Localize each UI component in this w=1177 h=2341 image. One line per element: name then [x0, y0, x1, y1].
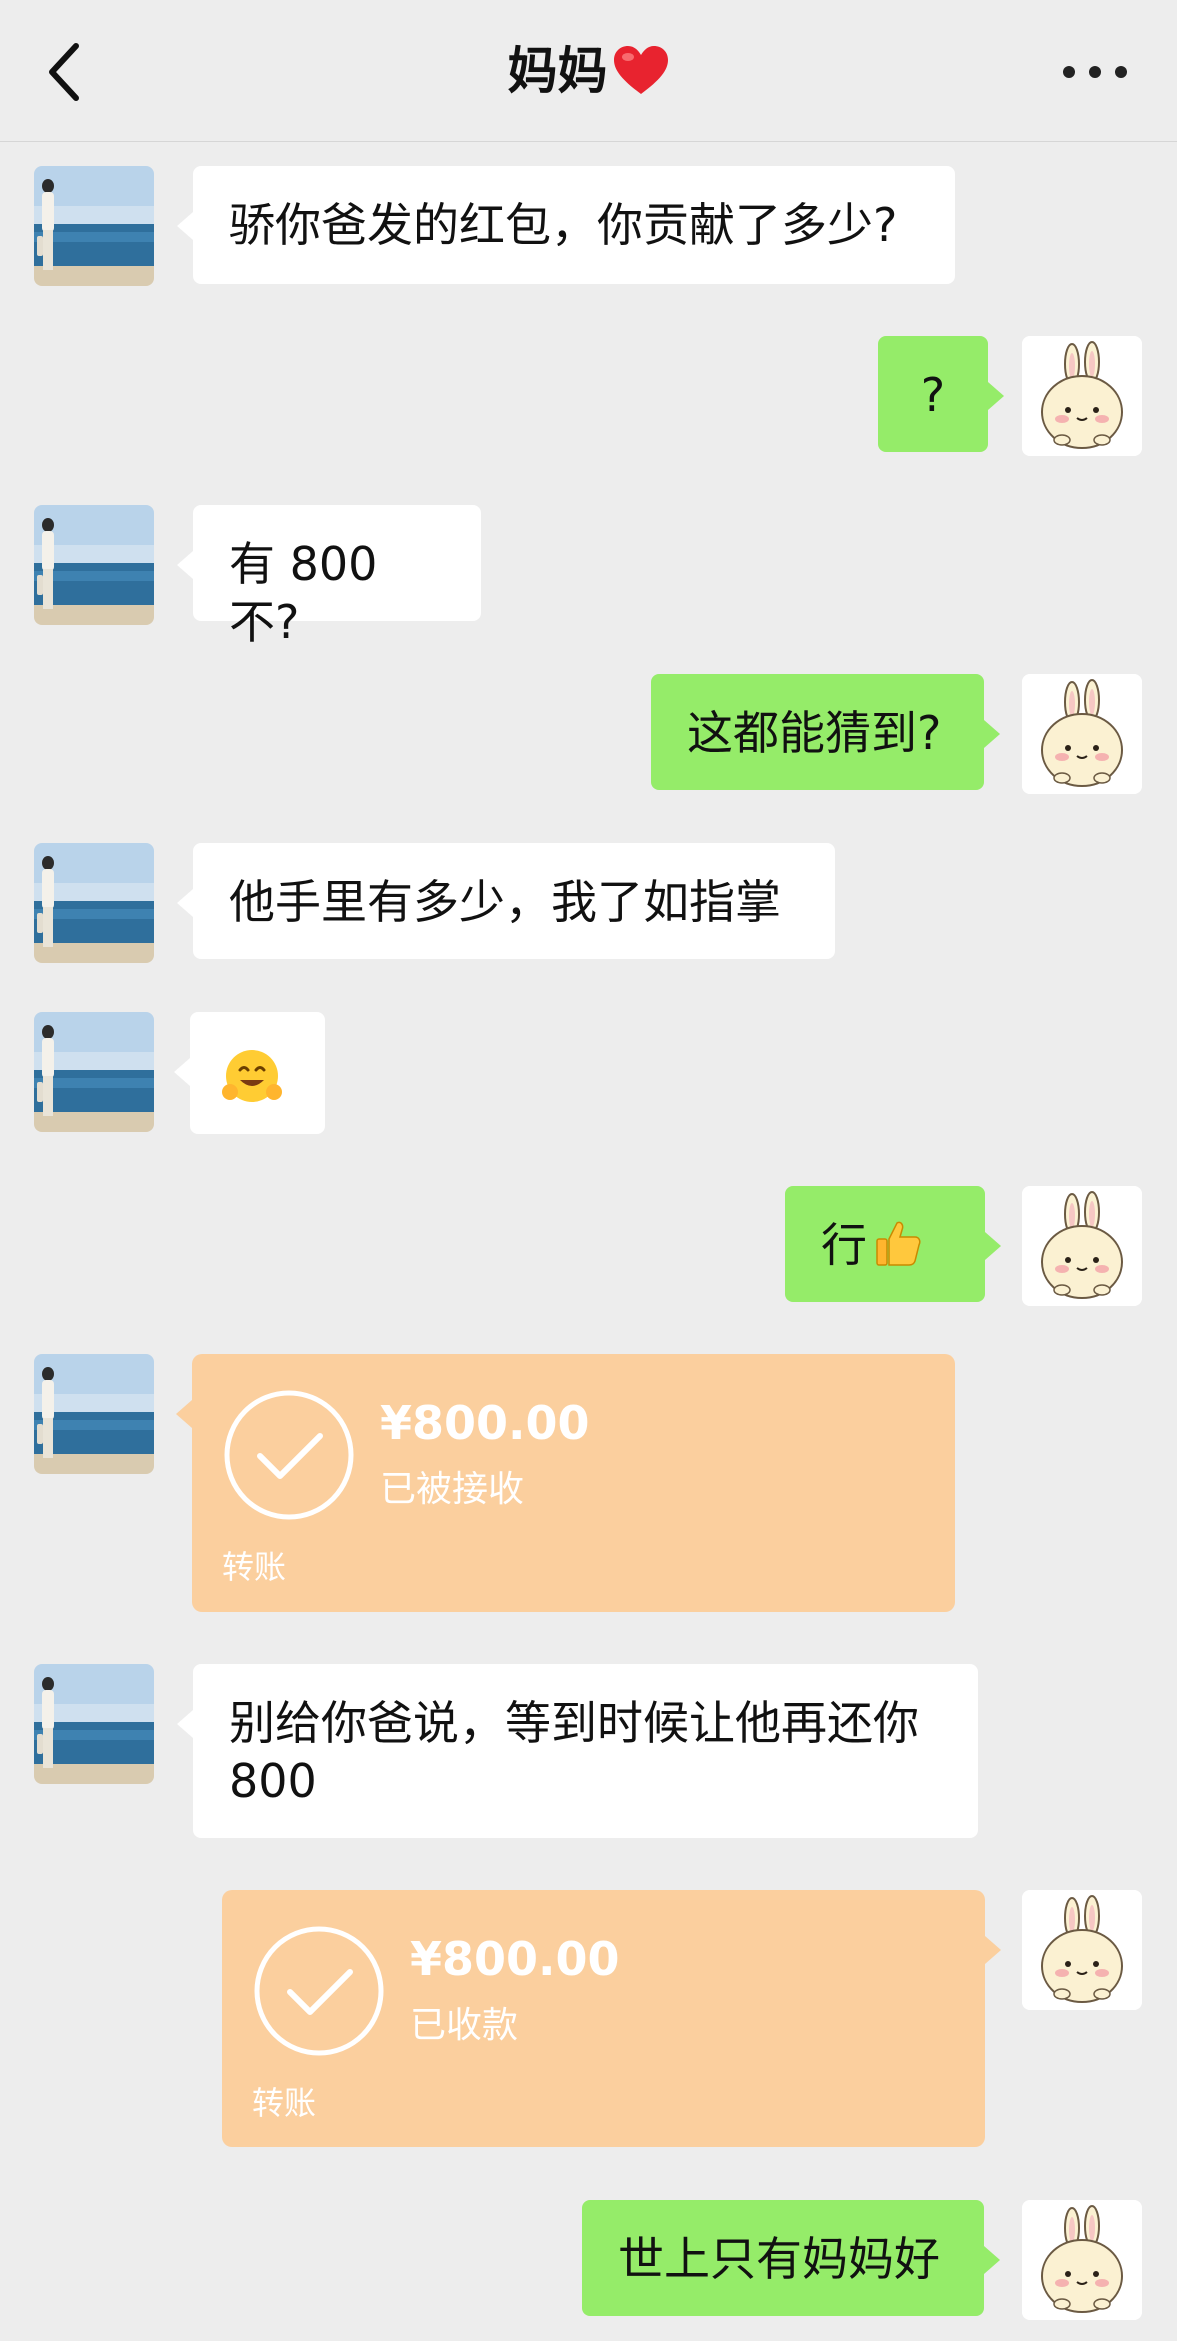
more-dot: [1115, 66, 1127, 78]
avatar[interactable]: [34, 166, 154, 286]
transfer-amount: ¥800.00: [410, 1932, 620, 1986]
avatar[interactable]: [34, 1354, 154, 1474]
message-bubble[interactable]: 他手里有多少，我了如指掌: [177, 843, 835, 959]
message-bubble[interactable]: [174, 1012, 325, 1134]
thumbs-up-emoji-icon: [876, 1221, 921, 1266]
message-bubble[interactable]: 行: [785, 1186, 1001, 1302]
check-circle-icon: [252, 1924, 386, 2058]
avatar[interactable]: [1022, 1890, 1142, 2010]
message-bubble[interactable]: ?: [878, 336, 1004, 452]
more-dot: [1063, 66, 1075, 78]
avatar[interactable]: [1022, 2200, 1142, 2320]
chat-header: 妈妈: [0, 0, 1177, 142]
message-text: ?: [920, 368, 946, 422]
avatar[interactable]: [1022, 1186, 1142, 1306]
message-text: 行: [821, 1218, 867, 1272]
transfer-status: 已被接收: [380, 1469, 525, 1510]
message-bubble[interactable]: 骄你爸发的红包，你贡献了多少?: [177, 166, 955, 284]
avatar[interactable]: [1022, 674, 1142, 794]
more-horizontal-icon[interactable]: [1063, 58, 1127, 86]
transfer-status: 已收款: [410, 2005, 519, 2046]
avatar[interactable]: [34, 1664, 154, 1784]
smiling-hug-emoji-icon: [222, 1050, 282, 1102]
transfer-card[interactable]: ¥800.00 已被接收 转账: [176, 1354, 955, 1612]
message-bubble[interactable]: 有 800 不?: [177, 505, 481, 649]
avatar[interactable]: [34, 1012, 154, 1132]
message-text: 有 800 不?: [229, 537, 378, 649]
message-text: 他手里有多少，我了如指掌: [229, 875, 781, 929]
message-text: 这都能猜到?: [687, 706, 942, 760]
message-text-line: 800: [229, 1754, 317, 1808]
transfer-label: 转账: [252, 2084, 317, 2122]
title-container: 妈妈: [0, 36, 1177, 106]
page-title: 妈妈: [507, 42, 608, 100]
chat-screen: 妈妈 骄你爸发的红包，你贡献了多少? ? 有 800 不? 这都能猜到? 他手里…: [0, 0, 1177, 2341]
transfer-amount: ¥800.00: [380, 1396, 590, 1450]
avatar[interactable]: [34, 843, 154, 963]
message-bubble[interactable]: 世上只有妈妈好: [582, 2200, 1000, 2316]
red-heart-icon: [613, 46, 668, 94]
message-text-line: 别给你爸说，等到时候让他再还你: [229, 1696, 919, 1750]
transfer-label: 转账: [222, 1548, 287, 1586]
avatar[interactable]: [1022, 336, 1142, 456]
check-circle-icon: [222, 1388, 356, 1522]
avatar[interactable]: [34, 505, 154, 625]
message-text: 骄你爸发的红包，你贡献了多少?: [229, 198, 898, 252]
message-bubble[interactable]: 别给你爸说，等到时候让他再还你 800: [177, 1664, 978, 1838]
message-text: 世上只有妈妈好: [618, 2232, 940, 2286]
transfer-card[interactable]: ¥800.00 已收款 转账: [222, 1890, 1001, 2147]
more-dot: [1089, 66, 1101, 78]
message-bubble[interactable]: 这都能猜到?: [651, 674, 1000, 790]
